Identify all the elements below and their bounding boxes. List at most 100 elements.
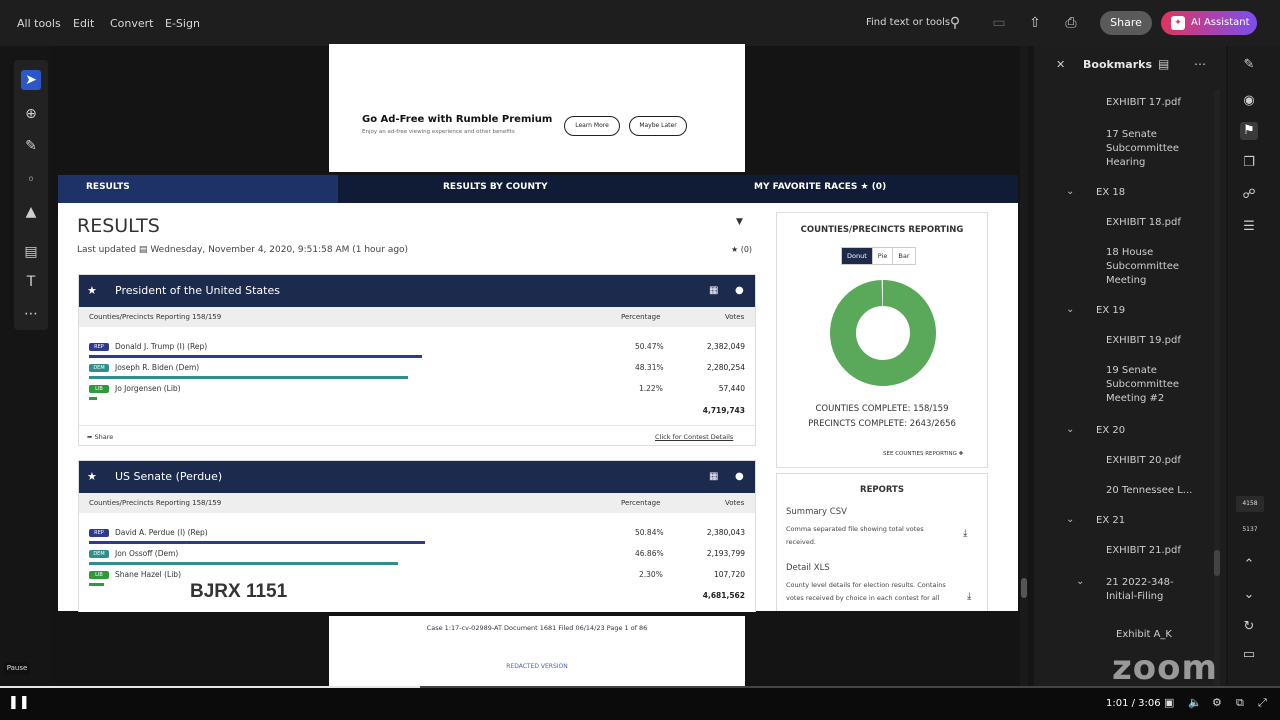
save-page-icon[interactable]: ▭ xyxy=(1240,646,1258,664)
tab-favorite-races[interactable]: MY FAVORITE RACES ★ (0) xyxy=(754,175,886,203)
chart-icon[interactable]: ● xyxy=(735,275,744,307)
detail-xls-desc: County level details for election result… xyxy=(786,581,946,602)
bookmark-item[interactable]: EX 21 xyxy=(1096,514,1188,528)
expand-chevron-icon[interactable]: ⌄ xyxy=(1066,186,1074,197)
eraser-icon[interactable]: ◦ xyxy=(21,170,41,190)
chevron-up-icon[interactable]: ⌃ xyxy=(1240,556,1258,574)
redacted-label: REDACTED VERSION xyxy=(506,663,568,670)
maybe-later-button[interactable]: Maybe Later xyxy=(629,116,687,136)
candidate-name: Jon Ossoff (Dem) xyxy=(115,549,179,558)
last-updated-ago: (1 hour ago) xyxy=(352,245,409,255)
more-options-icon[interactable]: ⋯ xyxy=(1194,57,1206,71)
summary-csv-title[interactable]: Summary CSV xyxy=(786,507,847,517)
refresh-icon[interactable]: ↻ xyxy=(1240,618,1258,636)
close-icon[interactable]: ✕ xyxy=(1056,58,1065,71)
filter-icon[interactable]: ▼ xyxy=(736,217,743,227)
reporting-title: COUNTIES/PRECINCTS REPORTING xyxy=(800,225,964,235)
candidate-row: REP David A. Perdue (I) (Rep) xyxy=(89,528,208,537)
toggle-bar[interactable]: Bar xyxy=(892,248,914,264)
print-icon[interactable]: ⎙ xyxy=(1062,14,1080,32)
map-icon[interactable]: ▦ xyxy=(709,275,718,307)
see-counties-link[interactable]: SEE COUNTIES REPORTING ✚ xyxy=(883,451,963,457)
attachment-icon[interactable]: ☍ xyxy=(1240,186,1258,204)
chart-icon[interactable]: ● xyxy=(735,461,744,493)
save-icon[interactable]: ▭ xyxy=(990,14,1008,32)
share-link[interactable]: ➦ Share xyxy=(87,433,113,441)
bookmark-item[interactable]: 17 Senate Subcommittee Hearing xyxy=(1106,128,1198,170)
bookmark-item[interactable]: EXHIBIT 21.pdf xyxy=(1106,544,1198,558)
bookmark-item[interactable]: 18 House Subcommittee Meeting xyxy=(1106,246,1198,288)
expand-chevron-icon[interactable]: ⌄ xyxy=(1076,576,1084,587)
expand-chevron-icon[interactable]: ⌄ xyxy=(1066,514,1074,525)
total-pages: 5137 xyxy=(1242,526,1258,533)
vote-share-bar xyxy=(89,397,97,400)
bookmark-item[interactable]: EX 20 xyxy=(1096,424,1188,438)
bookmark-item[interactable]: EXHIBIT 20.pdf xyxy=(1106,454,1198,468)
bookmark-item[interactable]: EX 18 xyxy=(1096,186,1188,200)
document-scrollbar[interactable] xyxy=(1020,46,1028,686)
menu-convert[interactable]: Convert xyxy=(110,17,154,30)
last-updated-label: Last updated xyxy=(77,245,137,255)
pen-icon[interactable]: ✎ xyxy=(21,136,41,156)
download-icon[interactable]: ⤓ xyxy=(963,528,967,539)
comment-icon[interactable]: ✎ xyxy=(1240,56,1258,74)
upload-cloud-icon[interactable]: ⇧ xyxy=(1026,14,1044,32)
bookmarks-scrollbar[interactable] xyxy=(1214,90,1220,686)
stamp-icon[interactable]: ▲ xyxy=(21,202,41,222)
menu-esign[interactable]: E-Sign xyxy=(165,17,200,30)
share-button[interactable]: Share xyxy=(1100,11,1152,35)
contest-details-link[interactable]: Click for Contest Details xyxy=(655,433,733,441)
bookmarks-panel: ✕ Bookmarks ▤ ⋯ EXHIBIT 17.pdf 17 Senate … xyxy=(1034,46,1226,686)
bookmark-item[interactable]: EX 19 xyxy=(1096,304,1188,318)
bookmark-item[interactable]: 21 2022-348-Initial-Filing xyxy=(1106,576,1198,604)
find-text-label[interactable]: Find text or tools xyxy=(866,17,950,28)
pause-tooltip: Pause xyxy=(4,662,30,675)
star-icon[interactable]: ★ xyxy=(87,275,97,307)
bookmark-icon[interactable]: ⚑ xyxy=(1240,122,1258,140)
bookmark-item[interactable]: Exhibit A_K xyxy=(1116,628,1208,642)
select-cursor-icon[interactable]: ➤ xyxy=(21,70,41,90)
map-icon[interactable]: ▦ xyxy=(709,461,718,493)
text-box-icon[interactable]: ▤ xyxy=(21,242,41,262)
add-bookmark-icon[interactable]: ▤ xyxy=(1158,57,1169,71)
search-icon[interactable]: ⚲ xyxy=(946,14,964,32)
ai-assistant-button[interactable]: ✦ AI Assistant xyxy=(1161,11,1257,35)
tab-results-by-county[interactable]: RESULTS BY COUNTY xyxy=(443,175,548,203)
toggle-donut[interactable]: Donut xyxy=(842,248,872,264)
zoom-annotate-icon[interactable]: ⊕ xyxy=(21,104,41,124)
case-header: Case 1:17-cv-02989-AT Document 1681 File… xyxy=(426,624,648,632)
menu-edit[interactable]: Edit xyxy=(73,17,94,30)
layers-icon[interactable]: ☰ xyxy=(1240,218,1258,236)
bookmark-item[interactable]: EXHIBIT 18.pdf xyxy=(1106,216,1198,230)
star-icon[interactable]: ★ xyxy=(87,461,97,493)
bookmark-item[interactable]: 20 Tennessee L... xyxy=(1106,484,1198,498)
pause-icon[interactable]: ❚❚ xyxy=(8,695,30,710)
fullscreen-icon[interactable]: ⤢ xyxy=(1258,696,1267,710)
tab-results[interactable]: RESULTS xyxy=(86,175,130,203)
bookmark-item[interactable]: 19 Senate Subcommittee Meeting #2 xyxy=(1106,364,1198,406)
chevron-down-icon[interactable]: ⌄ xyxy=(1240,586,1258,604)
captions-icon[interactable]: ▣ xyxy=(1164,696,1174,709)
bookmarks-scroll-thumb[interactable] xyxy=(1214,550,1220,576)
pages-icon[interactable]: ❐ xyxy=(1240,154,1258,172)
expand-chevron-icon[interactable]: ⌄ xyxy=(1066,304,1074,315)
settings-gear-icon[interactable]: ⚙ xyxy=(1212,696,1222,709)
pip-icon[interactable]: ⧉ xyxy=(1236,696,1244,710)
toggle-pie[interactable]: Pie xyxy=(871,248,893,264)
detail-xls-title[interactable]: Detail XLS xyxy=(786,563,830,573)
more-tools-icon[interactable]: ⋯ xyxy=(21,304,41,324)
text-tool-icon[interactable]: T xyxy=(21,272,41,292)
ai-chat-icon[interactable]: ◉ xyxy=(1240,92,1258,110)
expand-chevron-icon[interactable]: ⌄ xyxy=(1066,424,1074,435)
bookmark-item[interactable]: EXHIBIT 19.pdf xyxy=(1106,334,1198,348)
bookmark-item[interactable]: EXHIBIT 17.pdf xyxy=(1106,96,1198,110)
download-icon[interactable]: ⤓ xyxy=(967,591,971,602)
favorites-count[interactable]: ★ (0) xyxy=(731,245,752,254)
menu-all-tools[interactable]: All tools xyxy=(17,17,61,30)
ai-assistant-icon: ✦ xyxy=(1171,16,1185,30)
learn-more-button[interactable]: Learn More xyxy=(564,116,620,136)
scrollbar-thumb[interactable] xyxy=(1021,578,1027,598)
volume-icon[interactable]: 🔈 xyxy=(1188,696,1202,709)
current-page-number[interactable]: 4158 xyxy=(1236,496,1264,512)
ad-title: Go Ad-Free with Rumble Premium xyxy=(362,114,553,125)
